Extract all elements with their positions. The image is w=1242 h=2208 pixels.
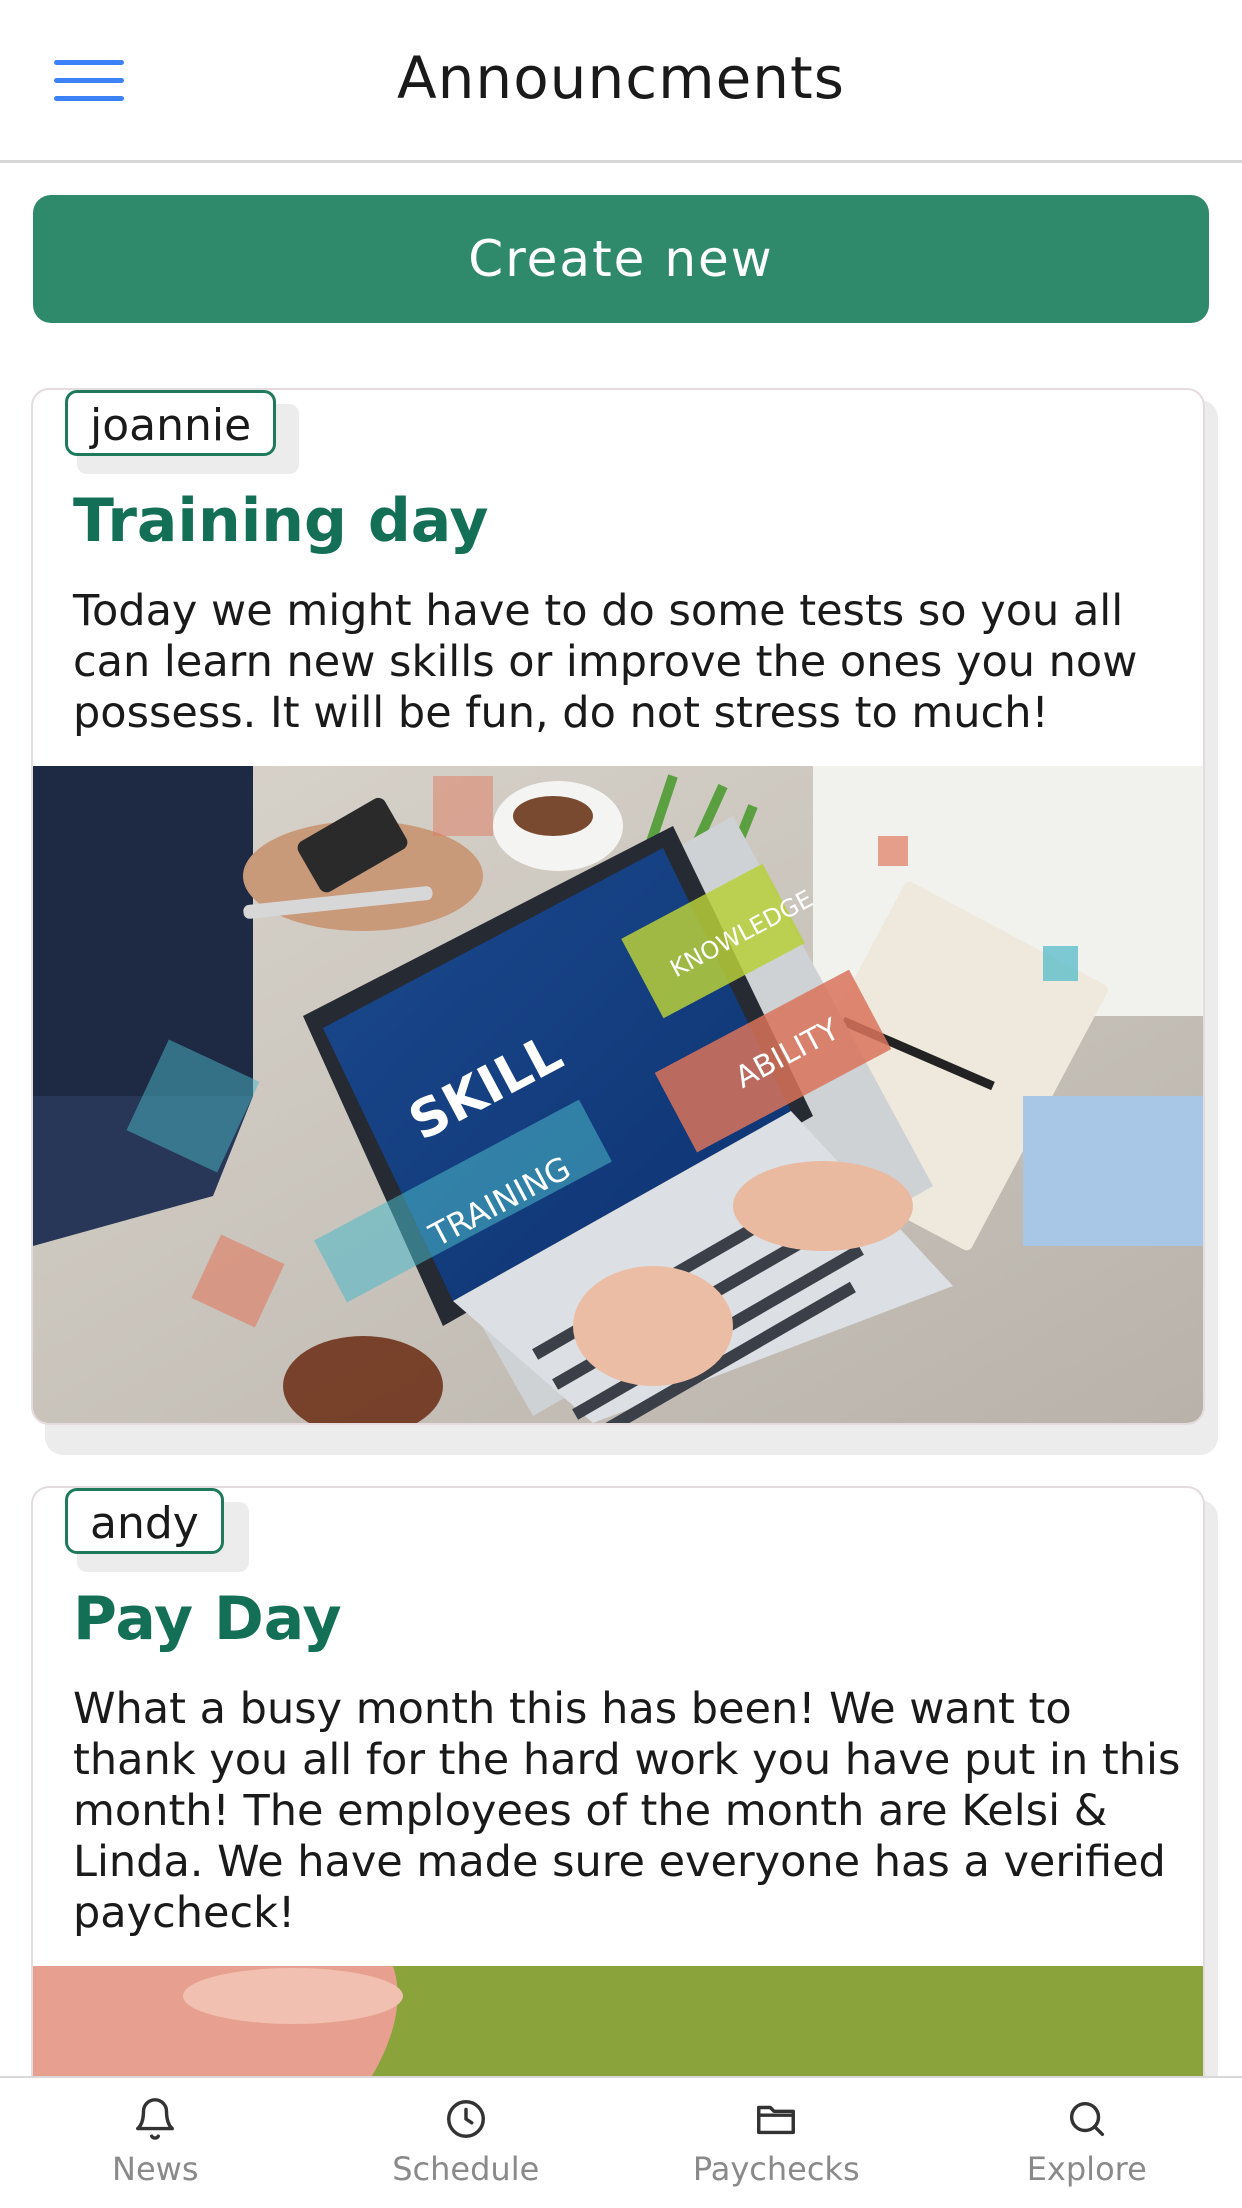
- app-header: Announcments: [0, 0, 1242, 163]
- nav-label: Explore: [1026, 2150, 1147, 2188]
- nav-label: Schedule: [392, 2150, 540, 2188]
- create-new-button[interactable]: Create new: [33, 195, 1209, 323]
- training-photo: KNOWLEDGE ABILITY SKILL TRAINING: [33, 766, 1203, 1423]
- nav-item-paychecks[interactable]: Paychecks: [621, 2078, 932, 2208]
- search-icon: [1069, 2101, 1104, 2137]
- author-chip: joannie: [65, 390, 277, 456]
- nav-item-news[interactable]: News: [0, 2078, 311, 2208]
- card-body: What a busy month this has been! We want…: [73, 1684, 1181, 1938]
- nav-item-explore[interactable]: Explore: [932, 2078, 1242, 2208]
- bell-icon: [136, 2098, 175, 2140]
- page-title: Announcments: [397, 44, 845, 112]
- nav-label: News: [112, 2150, 199, 2188]
- clock-icon: [446, 2100, 485, 2138]
- announcements-screen: Announcments Create new joannie Training…: [0, 0, 1242, 2208]
- nav-label: Paychecks: [692, 2150, 860, 2188]
- card-title: Training day: [73, 486, 489, 556]
- card-title: Pay Day: [73, 1584, 342, 1654]
- folder-icon: [757, 2105, 796, 2135]
- card-body: Today we might have to do some tests so …: [73, 586, 1138, 738]
- nav-item-schedule[interactable]: Schedule: [311, 2078, 622, 2208]
- author-chip: andy: [65, 1488, 224, 1554]
- announcement-card[interactable]: joannie Training day Today we might have…: [31, 388, 1205, 1425]
- announcement-card[interactable]: andy Pay Day What a busy month this has …: [31, 1486, 1205, 2130]
- bottom-navigation: News Schedule Paychecks Explore: [0, 2076, 1242, 2208]
